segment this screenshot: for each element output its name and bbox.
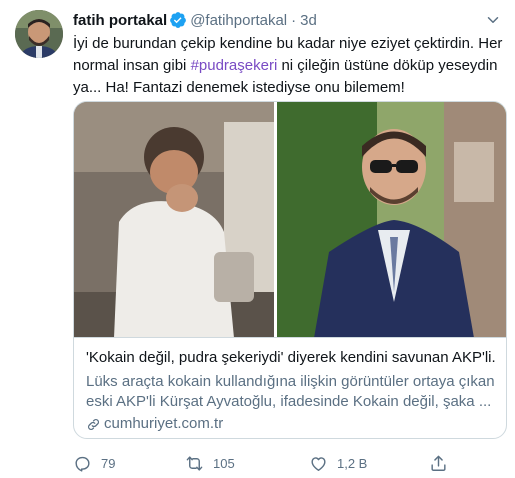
tweet-text-fragment: normal insan gibi (73, 57, 191, 74)
card-photo (74, 102, 506, 337)
heart-icon (309, 454, 328, 473)
link-preview-card[interactable]: 'Kokain değil, pudra şekeriydi' diyerek … (73, 101, 507, 439)
link-icon (86, 417, 101, 432)
card-description: Lüks araçta kokain kullandığına ilişkin … (86, 372, 496, 412)
retweet-count: 105 (213, 455, 235, 471)
like-button[interactable]: 1,2 B (309, 451, 367, 475)
share-button[interactable] (429, 451, 457, 475)
share-icon (429, 454, 448, 473)
tweet-text-line: normal insan gibi #pudraşekeri ni çileği… (73, 55, 507, 77)
retweet-icon (185, 454, 204, 473)
retweet-button[interactable]: 105 (185, 451, 235, 475)
reply-count: 79 (101, 455, 116, 471)
card-title: 'Kokain değil, pudra şekeriydi' diyerek … (86, 349, 496, 366)
reply-icon (73, 454, 92, 473)
card-domain: cumhuriyet.com.tr (86, 414, 496, 434)
card-domain-text: cumhuriyet.com.tr (104, 415, 224, 432)
chevron-down-icon[interactable] (483, 10, 503, 30)
hashtag-link[interactable]: #pudraşekeri (191, 57, 278, 74)
verified-badge-icon (169, 11, 187, 29)
handle[interactable]: @fatihportakal (190, 12, 287, 29)
like-count: 1,2 B (337, 455, 368, 471)
separator-dot: · (291, 11, 297, 29)
tweet[interactable]: fatih portakal @fatihportakal · 3d İyi d… (0, 0, 515, 478)
tweet-text-line: ya... Ha! Fantazi denemek istediyse onu … (73, 79, 405, 96)
card-image[interactable] (74, 102, 506, 338)
card-description-line: eski AKP'li Kürşat Ayvatoğlu, ifadesinde… (86, 393, 492, 410)
display-name[interactable]: fatih portakal (73, 12, 167, 29)
tweet-text: İyi de burundan çekip kendine bu kadar n… (73, 33, 507, 99)
tweet-header: fatih portakal @fatihportakal · 3d (73, 10, 317, 30)
reply-button[interactable]: 79 (73, 451, 115, 475)
tweet-text-fragment: ni çileğin üstüne döküp yeseydin (277, 57, 498, 74)
card-description-line: Lüks araçta kokain kullandığına ilişkin … (86, 373, 495, 390)
tweet-actions: 79 105 1,2 B (73, 451, 507, 475)
avatar-photo (15, 10, 63, 58)
avatar[interactable] (15, 10, 63, 58)
card-body: 'Kokain değil, pudra şekeriydi' diyerek … (86, 348, 496, 434)
tweet-text-line: İyi de burundan çekip kendine bu kadar n… (73, 35, 503, 52)
timestamp[interactable]: 3d (300, 12, 317, 29)
